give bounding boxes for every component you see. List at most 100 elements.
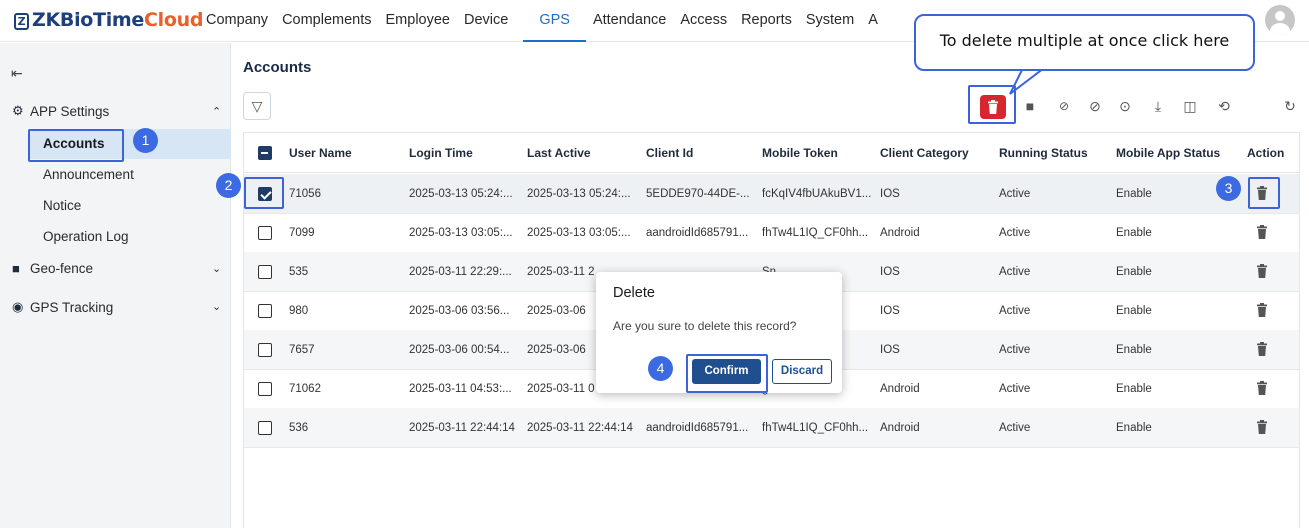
column-header-login-time[interactable]: Login Time [409, 133, 473, 173]
cell-user-name: 7657 [289, 344, 315, 356]
dialog-title: Delete [613, 285, 655, 301]
highlight-confirm [686, 354, 768, 393]
chevron-down-icon[interactable]: ⌄ [212, 300, 221, 313]
cell-user-name: 71056 [289, 188, 321, 200]
highlight-bulk-delete [968, 85, 1016, 124]
row-checkbox[interactable] [258, 226, 272, 240]
logo-prefix: ZKBioTime [32, 9, 145, 31]
cell-login-time: 2025-03-11 22:44:14 [409, 422, 515, 434]
select-all-checkbox[interactable] [258, 146, 272, 160]
cell-mobile-app-status: Enable [1116, 188, 1152, 200]
column-header-last-active[interactable]: Last Active [527, 133, 591, 173]
cell-running-status: Active [999, 266, 1031, 278]
cell-last-active: 2025-03-13 05:24:... [527, 188, 631, 200]
nav-employee[interactable]: Employee [379, 0, 457, 42]
cell-login-time: 2025-03-13 05:24:... [409, 188, 513, 200]
nav-truncated[interactable]: A [861, 0, 885, 42]
step-badge-4: 4 [648, 356, 673, 381]
cell-running-status: Active [999, 383, 1031, 395]
cell-login-time: 2025-03-11 04:53:... [409, 383, 512, 395]
logo-mark-icon: Z [14, 13, 29, 30]
user-avatar-icon[interactable] [1265, 5, 1295, 35]
table-row[interactable]: 7099 2025-03-13 03:05:... 2025-03-13 03:05… [244, 213, 1299, 253]
chevron-down-icon[interactable]: ⌄ [212, 262, 221, 275]
table-header: User Name Login Time Last Active Client … [244, 133, 1299, 173]
row-delete-icon[interactable] [1256, 381, 1272, 397]
nav-device[interactable]: Device [457, 0, 515, 42]
cell-client-id: aandroidId685791... [646, 422, 749, 434]
gears-icon: ⚙ [12, 103, 24, 118]
sidebar-item-notice[interactable]: Notice [30, 191, 231, 221]
column-header-mobile-app-status[interactable]: Mobile App Status [1116, 133, 1220, 173]
signal-off-icon[interactable]: ⊘ [1054, 96, 1074, 116]
table-row[interactable]: 71056 2025-03-13 05:24:... 2025-03-13 05:2… [244, 174, 1299, 214]
nav-access[interactable]: Access [673, 0, 734, 42]
sidebar-item-operation-log[interactable]: Operation Log [30, 222, 231, 252]
filter-button[interactable]: ▽ [243, 92, 271, 120]
row-checkbox[interactable] [258, 304, 272, 318]
nav-complements[interactable]: Complements [275, 0, 378, 42]
row-delete-icon[interactable] [1256, 225, 1272, 241]
sidebar: ⇤ ⚙ APP Settings ⌃ Accounts Announcement… [0, 43, 231, 528]
cell-mobile-token: fhTw4L1IQ_CF0hh... [762, 422, 869, 434]
chevron-up-icon[interactable]: ⌃ [212, 105, 221, 118]
download-icon[interactable]: ⤓ [1148, 96, 1168, 116]
nav-company[interactable]: Company [199, 0, 275, 42]
column-header-client-id[interactable]: Client Id [646, 133, 693, 173]
cell-login-time: 2025-03-13 03:05:... [409, 227, 513, 239]
cell-client-category: Android [880, 227, 920, 239]
nav-attendance[interactable]: Attendance [586, 0, 673, 42]
row-checkbox[interactable] [258, 382, 272, 396]
history-icon[interactable]: ⟲ [1214, 96, 1234, 116]
row-delete-icon[interactable] [1256, 264, 1272, 280]
cell-last-active: 2025-03-06 [527, 305, 586, 317]
cell-client-category: IOS [880, 188, 900, 200]
column-header-running-status[interactable]: Running Status [999, 133, 1088, 173]
refresh-icon[interactable]: ↻ [1280, 96, 1300, 116]
nav-system[interactable]: System [799, 0, 861, 42]
cell-client-category: IOS [880, 305, 900, 317]
row-delete-icon[interactable] [1256, 420, 1272, 436]
cell-user-name: 536 [289, 422, 309, 434]
row-checkbox[interactable] [258, 421, 272, 435]
cell-running-status: Active [999, 188, 1031, 200]
cell-mobile-token: fcKqIV4fbUAkuBV1... [762, 188, 872, 200]
cell-last-active: 2025-03-11 0 [527, 383, 595, 395]
collapse-menu-icon[interactable]: ⇤ [11, 65, 23, 82]
columns-icon[interactable]: ◫ [1180, 96, 1200, 116]
cell-mobile-token: fhTw4L1IQ_CF0hh... [762, 227, 869, 239]
nav-reports[interactable]: Reports [734, 0, 799, 42]
sidebar-group-label: APP Settings [30, 103, 110, 119]
block-icon[interactable]: ⊘ [1085, 96, 1105, 116]
sidebar-item-announcement[interactable]: Announcement [30, 160, 231, 190]
row-delete-icon[interactable] [1256, 342, 1272, 358]
row-checkbox[interactable] [258, 343, 272, 357]
row-delete-icon[interactable] [1256, 303, 1272, 319]
check-circle-icon[interactable]: ⊙ [1115, 96, 1135, 116]
nav-gps[interactable]: GPS [523, 0, 586, 42]
cell-last-active: 2025-03-13 03:05:... [527, 227, 631, 239]
row-checkbox[interactable] [258, 265, 272, 279]
cell-client-category: Android [880, 383, 920, 395]
sidebar-group-geo-fence[interactable]: ■ Geo-fence [12, 261, 93, 276]
discard-button[interactable]: Discard [772, 359, 832, 384]
cell-mobile-app-status: Enable [1116, 266, 1152, 278]
dialog-message: Are you sure to delete this record? [613, 319, 797, 333]
filter-icon: ▽ [251, 98, 263, 114]
column-header-action: Action [1247, 146, 1285, 160]
cell-running-status: Active [999, 344, 1031, 356]
message-icon[interactable]: ■ [1020, 96, 1040, 116]
sidebar-group-gps-tracking[interactable]: ◉ GPS Tracking [12, 299, 113, 315]
column-header-client-category[interactable]: Client Category [880, 133, 969, 173]
column-header-user-name[interactable]: User Name [289, 133, 352, 173]
message-icon: ■ [12, 261, 20, 276]
sidebar-group-label: GPS Tracking [30, 299, 114, 315]
cell-user-name: 535 [289, 266, 309, 278]
app-logo[interactable]: Z ZKBioTimeCloud [14, 9, 203, 31]
cell-mobile-app-status: Enable [1116, 344, 1152, 356]
cell-login-time: 2025-03-06 03:56... [409, 305, 510, 317]
cell-running-status: Active [999, 422, 1031, 434]
column-header-mobile-token[interactable]: Mobile Token [762, 133, 838, 173]
table-row[interactable]: 536 2025-03-11 22:44:14 2025-03-11 22:44:1… [244, 408, 1299, 448]
sidebar-group-app-settings[interactable]: ⚙ APP Settings [12, 103, 109, 119]
